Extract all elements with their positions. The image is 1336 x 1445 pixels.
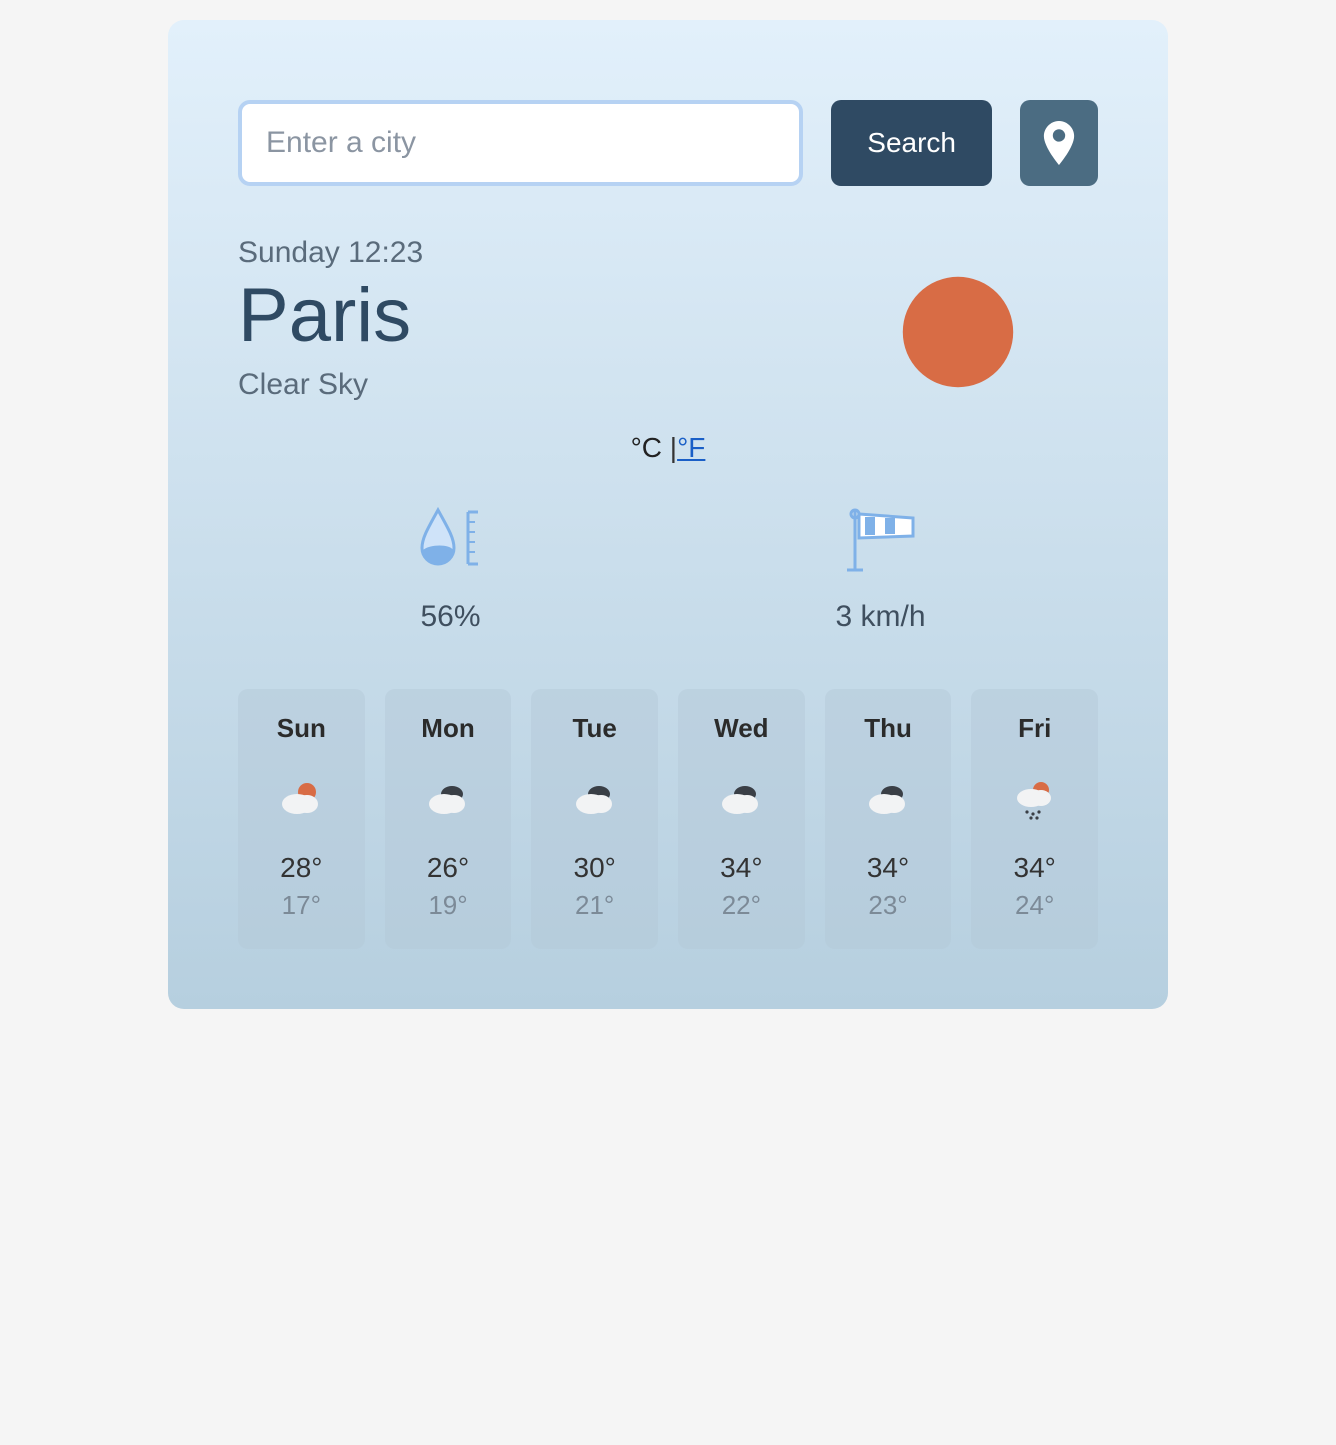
forecast-low: 21°: [575, 890, 614, 921]
forecast-low: 19°: [428, 890, 467, 921]
search-row: Search: [238, 100, 1098, 186]
condition-text: Clear Sky: [238, 368, 423, 402]
forecast-high: 34°: [1014, 852, 1056, 884]
forecast-high: 26°: [427, 852, 469, 884]
forecast-day-name: Mon: [421, 713, 474, 744]
unit-separator: |: [662, 432, 677, 463]
wind-metric: 3 km/h: [835, 504, 925, 634]
city-name: Paris: [238, 276, 423, 356]
humidity-metric: 56%: [410, 504, 490, 634]
forecast-cloudy-icon: [864, 774, 912, 822]
forecast-high: 28°: [280, 852, 322, 884]
wind-value: 3 km/h: [835, 600, 925, 634]
unit-toggle: °C |°F: [238, 432, 1098, 464]
humidity-value: 56%: [420, 600, 480, 634]
location-pin-icon: [1042, 121, 1076, 165]
city-search-input[interactable]: [238, 100, 803, 186]
forecast-high: 30°: [574, 852, 616, 884]
wind-icon: [835, 504, 925, 574]
forecast-day-name: Tue: [573, 713, 617, 744]
forecast-day: Mon 26° 19°: [385, 689, 512, 949]
forecast-day: Fri 34° 24°: [971, 689, 1098, 949]
forecast-day-name: Fri: [1018, 713, 1051, 744]
forecast-low: 24°: [1015, 890, 1054, 921]
forecast-day-name: Thu: [864, 713, 912, 744]
current-location-button[interactable]: [1020, 100, 1098, 186]
forecast-rain-icon: [1011, 774, 1059, 822]
forecast-day: Wed 34° 22°: [678, 689, 805, 949]
forecast-low: 17°: [282, 890, 321, 921]
forecast-cloudy-icon: [571, 774, 619, 822]
current-weather-header: Sunday 12:23 Paris Clear Sky: [238, 236, 1098, 402]
metrics-row: 56% 3 km/h: [238, 504, 1098, 634]
forecast-low: 22°: [722, 890, 761, 921]
search-button[interactable]: Search: [831, 100, 992, 186]
forecast-day: Thu 34° 23°: [825, 689, 952, 949]
forecast-high: 34°: [867, 852, 909, 884]
current-datetime: Sunday 12:23: [238, 236, 423, 270]
forecast-day-name: Sun: [277, 713, 326, 744]
unit-celsius[interactable]: °C: [631, 432, 662, 463]
forecast-row: Sun 28° 17° Mon 26° 19° Tue 30° 21° Wed 34° 22° Thu 3…: [238, 689, 1098, 949]
humidity-icon: [410, 504, 490, 574]
forecast-day: Tue 30° 21°: [531, 689, 658, 949]
unit-fahrenheit[interactable]: °F: [677, 432, 705, 463]
sun-icon: [898, 272, 1018, 392]
forecast-high: 34°: [720, 852, 762, 884]
forecast-day: Sun 28° 17°: [238, 689, 365, 949]
forecast-partly-sunny-icon: [277, 774, 325, 822]
weather-app: Search Sunday 12:23 Paris Clear Sky °C |…: [168, 20, 1168, 1009]
forecast-low: 23°: [868, 890, 907, 921]
forecast-cloudy-icon: [717, 774, 765, 822]
forecast-cloudy-icon: [424, 774, 472, 822]
forecast-day-name: Wed: [714, 713, 768, 744]
